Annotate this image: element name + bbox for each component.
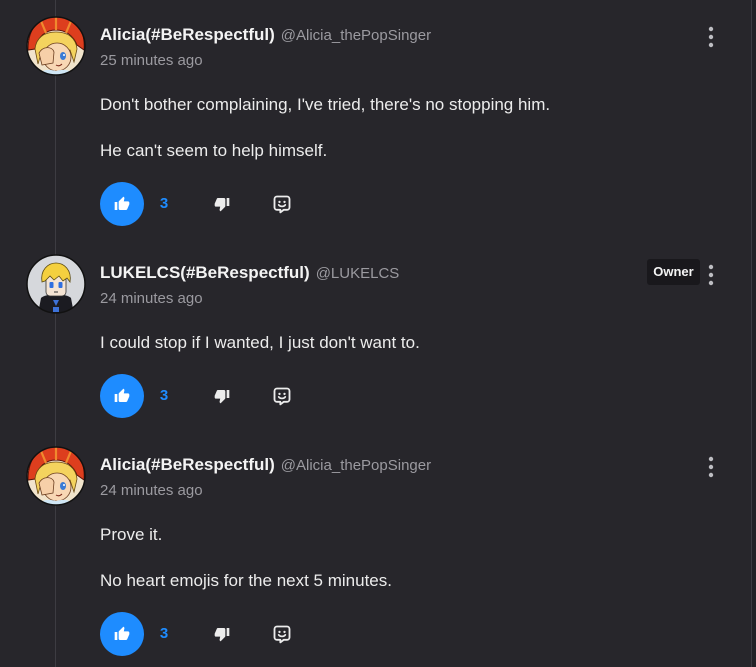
like-count: 3 [159,625,169,642]
timestamp: 25 minutes ago [100,52,203,69]
thumbs-down-icon [214,626,230,642]
thumbs-down-icon [214,388,230,404]
comment: LUKELCS(#BeRespectful) @LUKELCS Owner 24 … [0,238,756,430]
dislike-button[interactable] [204,616,240,652]
more-vertical-icon [708,456,714,478]
reply-button[interactable] [264,186,300,222]
dislike-button[interactable] [204,186,240,222]
like-button[interactable] [100,612,144,656]
reply-button[interactable] [264,378,300,414]
comment-paragraph: Prove it. [100,525,163,544]
reply-button[interactable] [264,616,300,652]
author-name[interactable]: Alicia(#BeRespectful) [100,25,275,44]
more-vertical-icon [708,264,714,286]
comment-paragraph: I could stop if I wanted, I just don't w… [100,333,420,352]
reply-icon [272,386,292,406]
author-name[interactable]: Alicia(#BeRespectful) [100,455,275,474]
comment-actions: 3 [100,182,756,226]
comment-body: I could stop if I wanted, I just don't w… [100,333,756,353]
timestamp: 24 minutes ago [100,290,203,307]
like-count: 3 [159,195,169,212]
like-button[interactable] [100,374,144,418]
more-options-button[interactable] [700,456,722,478]
thumbs-down-icon [214,196,230,212]
comment-actions: 3 [100,612,756,656]
thumbs-up-icon [114,626,130,642]
reply-icon [272,194,292,214]
like-count: 3 [159,387,169,404]
dislike-button[interactable] [204,378,240,414]
avatar[interactable] [26,254,86,314]
more-options-button[interactable] [700,26,722,48]
author-handle: @Alicia_thePopSinger [280,457,432,474]
comment-paragraph: Don't bother complaining, I've tried, th… [100,95,551,114]
author-handle: @Alicia_thePopSinger [280,27,432,44]
author-handle: @LUKELCS [315,265,400,282]
thumbs-up-icon [114,388,130,404]
comment-paragraph: No heart emojis for the next 5 minutes. [100,571,392,590]
comment-header: Alicia(#BeRespectful) @Alicia_thePopSinge… [100,25,756,45]
avatar[interactable] [26,16,86,76]
author-name[interactable]: LUKELCS(#BeRespectful) [100,263,310,282]
more-options-button[interactable] [700,264,722,286]
comment: Alicia(#BeRespectful) @Alicia_thePopSinge… [0,0,756,238]
comment-body: Prove it. No heart emojis for the next 5… [100,525,756,591]
reply-icon [272,624,292,644]
comment-header: Alicia(#BeRespectful) @Alicia_thePopSinge… [100,455,756,475]
comment-actions: 3 [100,374,756,418]
like-button[interactable] [100,182,144,226]
thumbs-up-icon [114,196,130,212]
timestamp: 24 minutes ago [100,482,203,499]
owner-badge: Owner [647,259,700,285]
more-vertical-icon [708,26,714,48]
avatar[interactable] [26,446,86,506]
comment-body: Don't bother complaining, I've tried, th… [100,95,756,161]
comment-paragraph: He can't seem to help himself. [100,141,328,160]
comment: Alicia(#BeRespectful) @Alicia_thePopSinge… [0,430,756,656]
